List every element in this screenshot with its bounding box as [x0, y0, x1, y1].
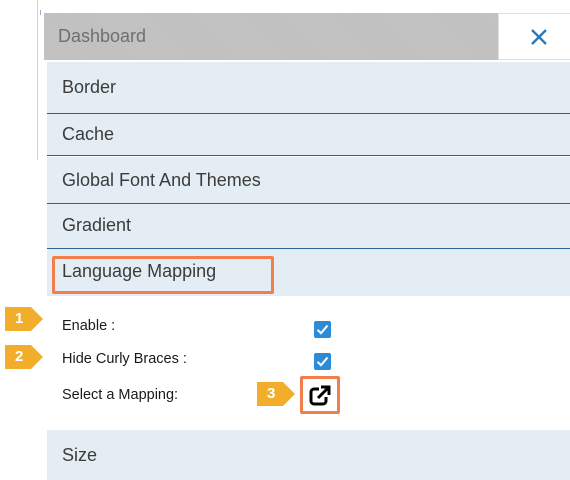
- language-mapping-highlight: [52, 256, 274, 294]
- section-global-font-and-themes[interactable]: Global Font And Themes: [47, 157, 570, 204]
- checkmark-icon: [316, 356, 329, 367]
- close-x-icon: [531, 29, 547, 45]
- section-label: Cache: [62, 124, 115, 144]
- section-gradient[interactable]: Gradient: [47, 204, 570, 249]
- marker-number: 1: [15, 310, 24, 327]
- close-button[interactable]: [498, 13, 570, 60]
- section-label: Border: [62, 77, 117, 97]
- section-label: Size: [62, 445, 98, 465]
- marker-number: 2: [15, 348, 24, 365]
- hide-curly-braces-checkbox[interactable]: [314, 353, 331, 370]
- external-link-icon: [309, 385, 331, 406]
- enable-checkbox[interactable]: [314, 321, 331, 338]
- section-cache[interactable]: Cache: [47, 114, 570, 156]
- step-marker-1: 1: [3, 305, 43, 333]
- dashboard-header: Dashboard: [44, 13, 498, 60]
- section-label: Global Font And Themes: [62, 170, 261, 190]
- left-tick-mark: [40, 10, 41, 15]
- marker-number: 3: [267, 385, 276, 402]
- marker-arrow-icon: [5, 307, 43, 331]
- section-border[interactable]: Border: [47, 62, 570, 114]
- marker-arrow-icon: [257, 382, 295, 406]
- step-marker-3: 3: [255, 380, 295, 408]
- checkmark-icon: [316, 324, 329, 335]
- select-mapping-label: Select a Mapping:: [62, 387, 179, 403]
- header-title: Dashboard: [58, 26, 147, 46]
- enable-label: Enable :: [62, 318, 116, 334]
- select-mapping-button[interactable]: [300, 376, 340, 414]
- section-label: Gradient: [62, 215, 132, 235]
- hide-curly-braces-label: Hide Curly Braces :: [62, 351, 187, 367]
- section-size[interactable]: Size: [47, 430, 570, 480]
- step-marker-2: 2: [3, 343, 43, 371]
- left-divider: [37, 0, 38, 160]
- marker-arrow-icon: [5, 345, 43, 369]
